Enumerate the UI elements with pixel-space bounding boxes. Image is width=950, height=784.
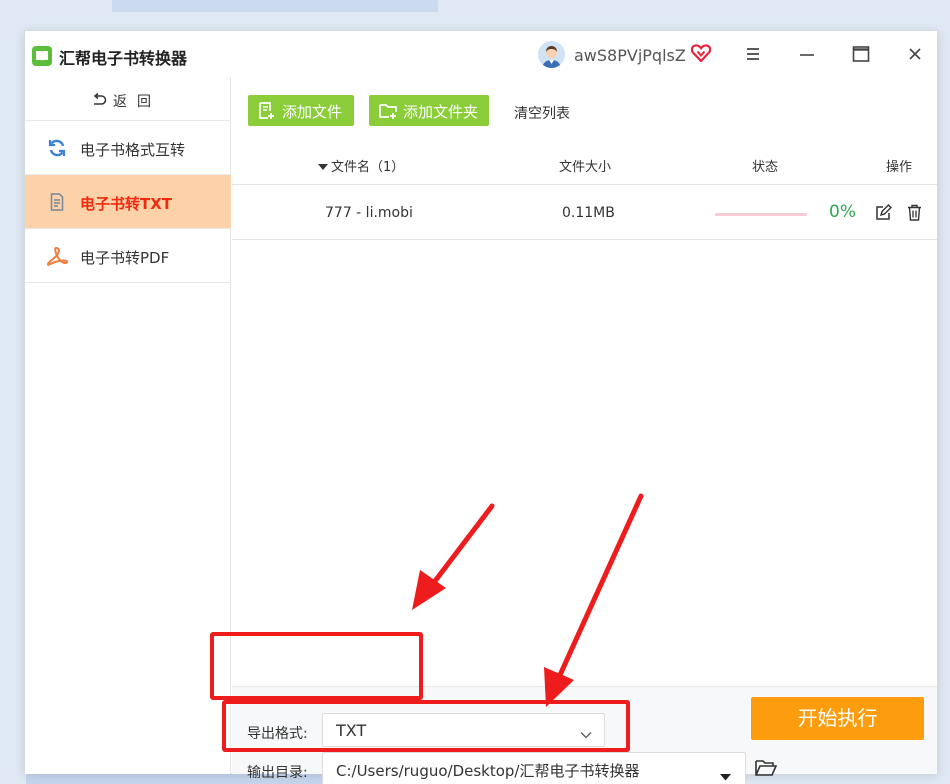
annotation-arrows xyxy=(412,493,644,707)
